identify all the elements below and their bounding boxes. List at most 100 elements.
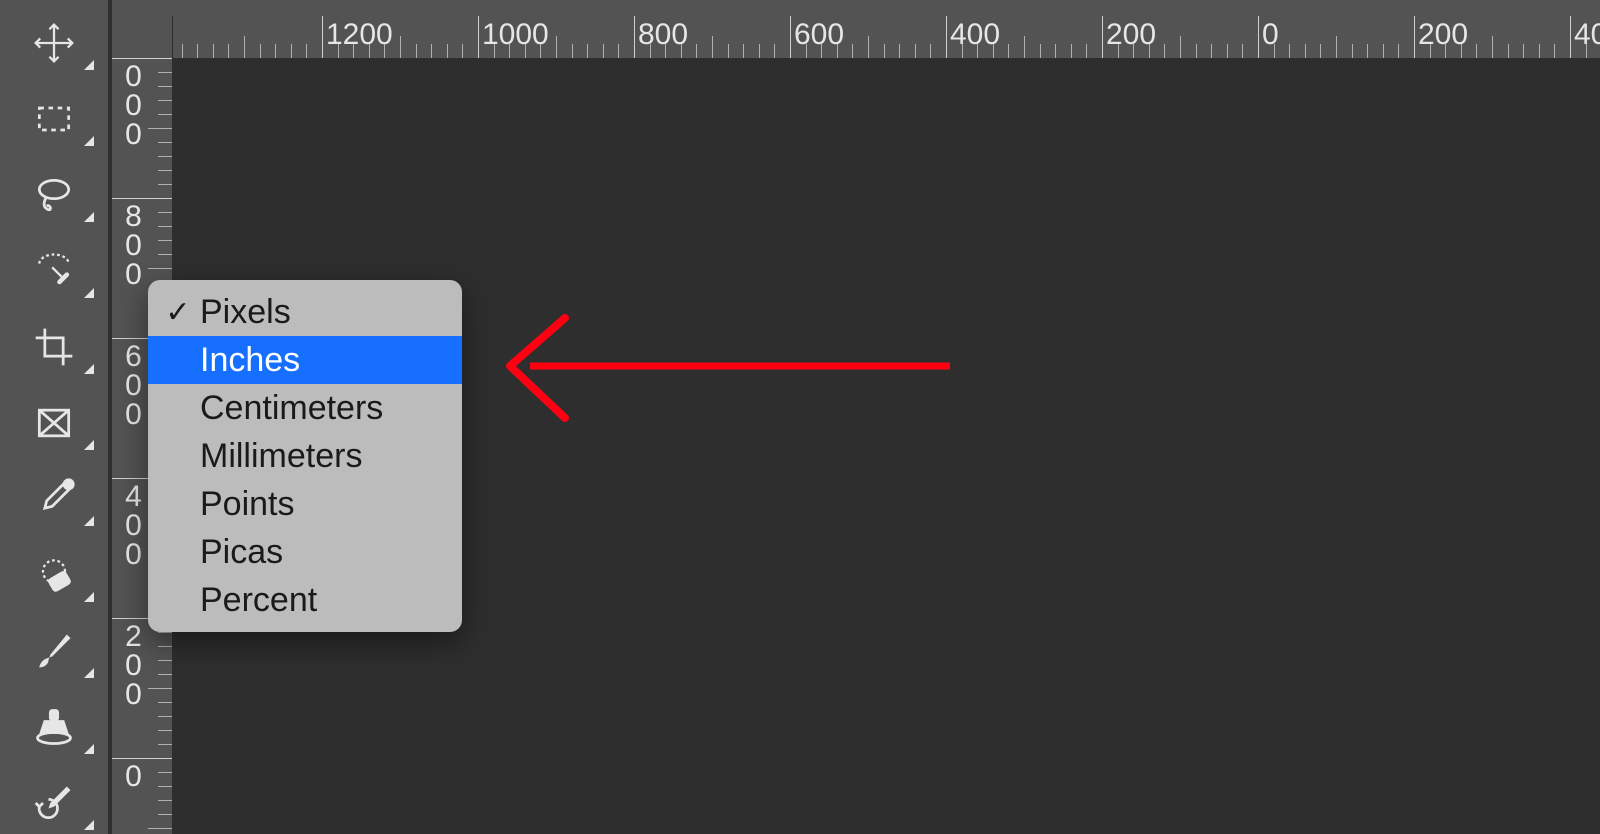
frame-tool-icon bbox=[32, 401, 76, 450]
ruler-tick-minor bbox=[868, 36, 869, 58]
flyout-indicator-icon bbox=[84, 364, 94, 374]
ruler-tick-minor bbox=[148, 828, 172, 829]
ruler-tick-minor bbox=[1383, 44, 1384, 58]
lasso-tool[interactable] bbox=[18, 174, 90, 220]
ctx-item-percent[interactable]: Percent bbox=[148, 576, 462, 624]
ruler-tick-minor bbox=[213, 44, 214, 58]
clone-stamp-tool-icon bbox=[32, 705, 76, 754]
ctx-item-label: Points bbox=[200, 485, 295, 524]
flyout-indicator-icon bbox=[84, 440, 94, 450]
ruler-tick-major bbox=[1258, 16, 1259, 58]
ctx-item-label: Pixels bbox=[200, 293, 291, 332]
ruler-tick-minor bbox=[525, 44, 526, 58]
ruler-tick-minor bbox=[494, 44, 495, 58]
ruler-tick-minor bbox=[1133, 44, 1134, 58]
ruler-tick-major bbox=[112, 758, 172, 759]
ruler-tick-minor bbox=[806, 44, 807, 58]
flyout-indicator-icon bbox=[84, 212, 94, 222]
ruler-tick-minor bbox=[1320, 44, 1321, 58]
ruler-tick-minor bbox=[158, 212, 172, 213]
ruler-tick-major bbox=[1102, 16, 1103, 58]
ruler-tick-minor bbox=[1430, 44, 1431, 58]
ruler-tick-minor bbox=[400, 36, 401, 58]
ruler-tick-minor bbox=[462, 44, 463, 58]
flyout-indicator-icon bbox=[84, 288, 94, 298]
quick-selection-tool-icon bbox=[32, 249, 76, 298]
ruler-tick-minor bbox=[977, 44, 978, 58]
ruler-tick-minor bbox=[1118, 44, 1119, 58]
rectangular-marquee-tool[interactable] bbox=[18, 98, 90, 144]
ruler-tick-label: 0 bbox=[1262, 18, 1279, 52]
ctx-item-label: Picas bbox=[200, 533, 283, 572]
brush-tool[interactable] bbox=[18, 630, 90, 676]
frame-tool[interactable] bbox=[18, 402, 90, 448]
ruler-tick-minor bbox=[821, 44, 822, 58]
ruler-tick-minor bbox=[899, 44, 900, 58]
ctx-item-centimeters[interactable]: Centimeters bbox=[148, 384, 462, 432]
ruler-tick-minor bbox=[696, 44, 697, 58]
ruler-tick-major bbox=[322, 16, 323, 58]
ruler-tick-major bbox=[1570, 16, 1571, 58]
history-brush-tool[interactable] bbox=[18, 782, 90, 828]
ruler-tick-minor bbox=[148, 268, 172, 269]
ruler-tick-minor bbox=[228, 44, 229, 58]
ruler-tick-minor bbox=[148, 688, 172, 689]
ruler-origin-corner[interactable] bbox=[112, 16, 173, 58]
move-tool[interactable] bbox=[18, 22, 90, 68]
ruler-tick-minor bbox=[509, 44, 510, 58]
ruler-tick-minor bbox=[540, 44, 541, 58]
eyedropper-tool[interactable] bbox=[18, 478, 90, 524]
ruler-tick-minor bbox=[1040, 44, 1041, 58]
ruler-tick-minor bbox=[1071, 44, 1072, 58]
healing-brush-tool[interactable] bbox=[18, 554, 90, 600]
ruler-tick-minor bbox=[1367, 44, 1368, 58]
ruler-tick-minor bbox=[158, 632, 172, 633]
ruler-tick-label: 000 bbox=[118, 60, 148, 147]
quick-selection-tool[interactable] bbox=[18, 250, 90, 296]
ctx-item-label: Centimeters bbox=[200, 389, 383, 428]
ruler-tick-minor bbox=[158, 660, 172, 661]
ruler-tick-minor bbox=[572, 44, 573, 58]
horizontal-ruler[interactable]: 120010008006004002000200400 bbox=[112, 16, 1600, 59]
ruler-tick-minor bbox=[291, 44, 292, 58]
ruler-tick-minor bbox=[1242, 44, 1243, 58]
ruler-tick-minor bbox=[158, 114, 172, 115]
ruler-tick-minor bbox=[197, 44, 198, 58]
ruler-tick-minor bbox=[158, 156, 172, 157]
ruler-tick-minor bbox=[1305, 44, 1306, 58]
top-strip bbox=[0, 0, 1600, 16]
clone-stamp-tool[interactable] bbox=[18, 706, 90, 752]
crop-tool[interactable] bbox=[18, 326, 90, 372]
ruler-tick-minor bbox=[1008, 44, 1009, 58]
ruler-tick-minor bbox=[158, 744, 172, 745]
ctx-item-label: Percent bbox=[200, 581, 317, 620]
ctx-item-pixels[interactable]: ✓ Pixels bbox=[148, 288, 462, 336]
ruler-tick-minor bbox=[1180, 36, 1181, 58]
ruler-tick-minor bbox=[1523, 44, 1524, 58]
ruler-tick-minor bbox=[158, 800, 172, 801]
ctx-item-points[interactable]: Points bbox=[148, 480, 462, 528]
ruler-tick-minor bbox=[1227, 44, 1228, 58]
crop-tool-icon bbox=[32, 325, 76, 374]
ruler-tick-minor bbox=[930, 44, 931, 58]
ruler-tick-minor bbox=[431, 44, 432, 58]
ctx-item-inches[interactable]: Inches bbox=[148, 336, 462, 384]
ruler-tick-major bbox=[946, 16, 947, 58]
ruler-tick-label: 0 bbox=[118, 760, 148, 789]
ruler-tick-minor bbox=[416, 44, 417, 58]
ruler-tick-minor bbox=[1086, 44, 1087, 58]
ruler-tick-major bbox=[634, 16, 635, 58]
ruler-tick-minor bbox=[353, 44, 354, 58]
ctx-item-millimeters[interactable]: Millimeters bbox=[148, 432, 462, 480]
ruler-tick-minor bbox=[1274, 44, 1275, 58]
ruler-tick-minor bbox=[993, 44, 994, 58]
ruler-tick-minor bbox=[650, 44, 651, 58]
ruler-tick-minor bbox=[665, 44, 666, 58]
ruler-tick-minor bbox=[774, 44, 775, 58]
ruler-tick-minor bbox=[1586, 44, 1587, 58]
ruler-tick-minor bbox=[158, 254, 172, 255]
ruler-tick-minor bbox=[603, 44, 604, 58]
ctx-item-picas[interactable]: Picas bbox=[148, 528, 462, 576]
ruler-tick-minor bbox=[158, 786, 172, 787]
ruler-tick-minor bbox=[1554, 44, 1555, 58]
